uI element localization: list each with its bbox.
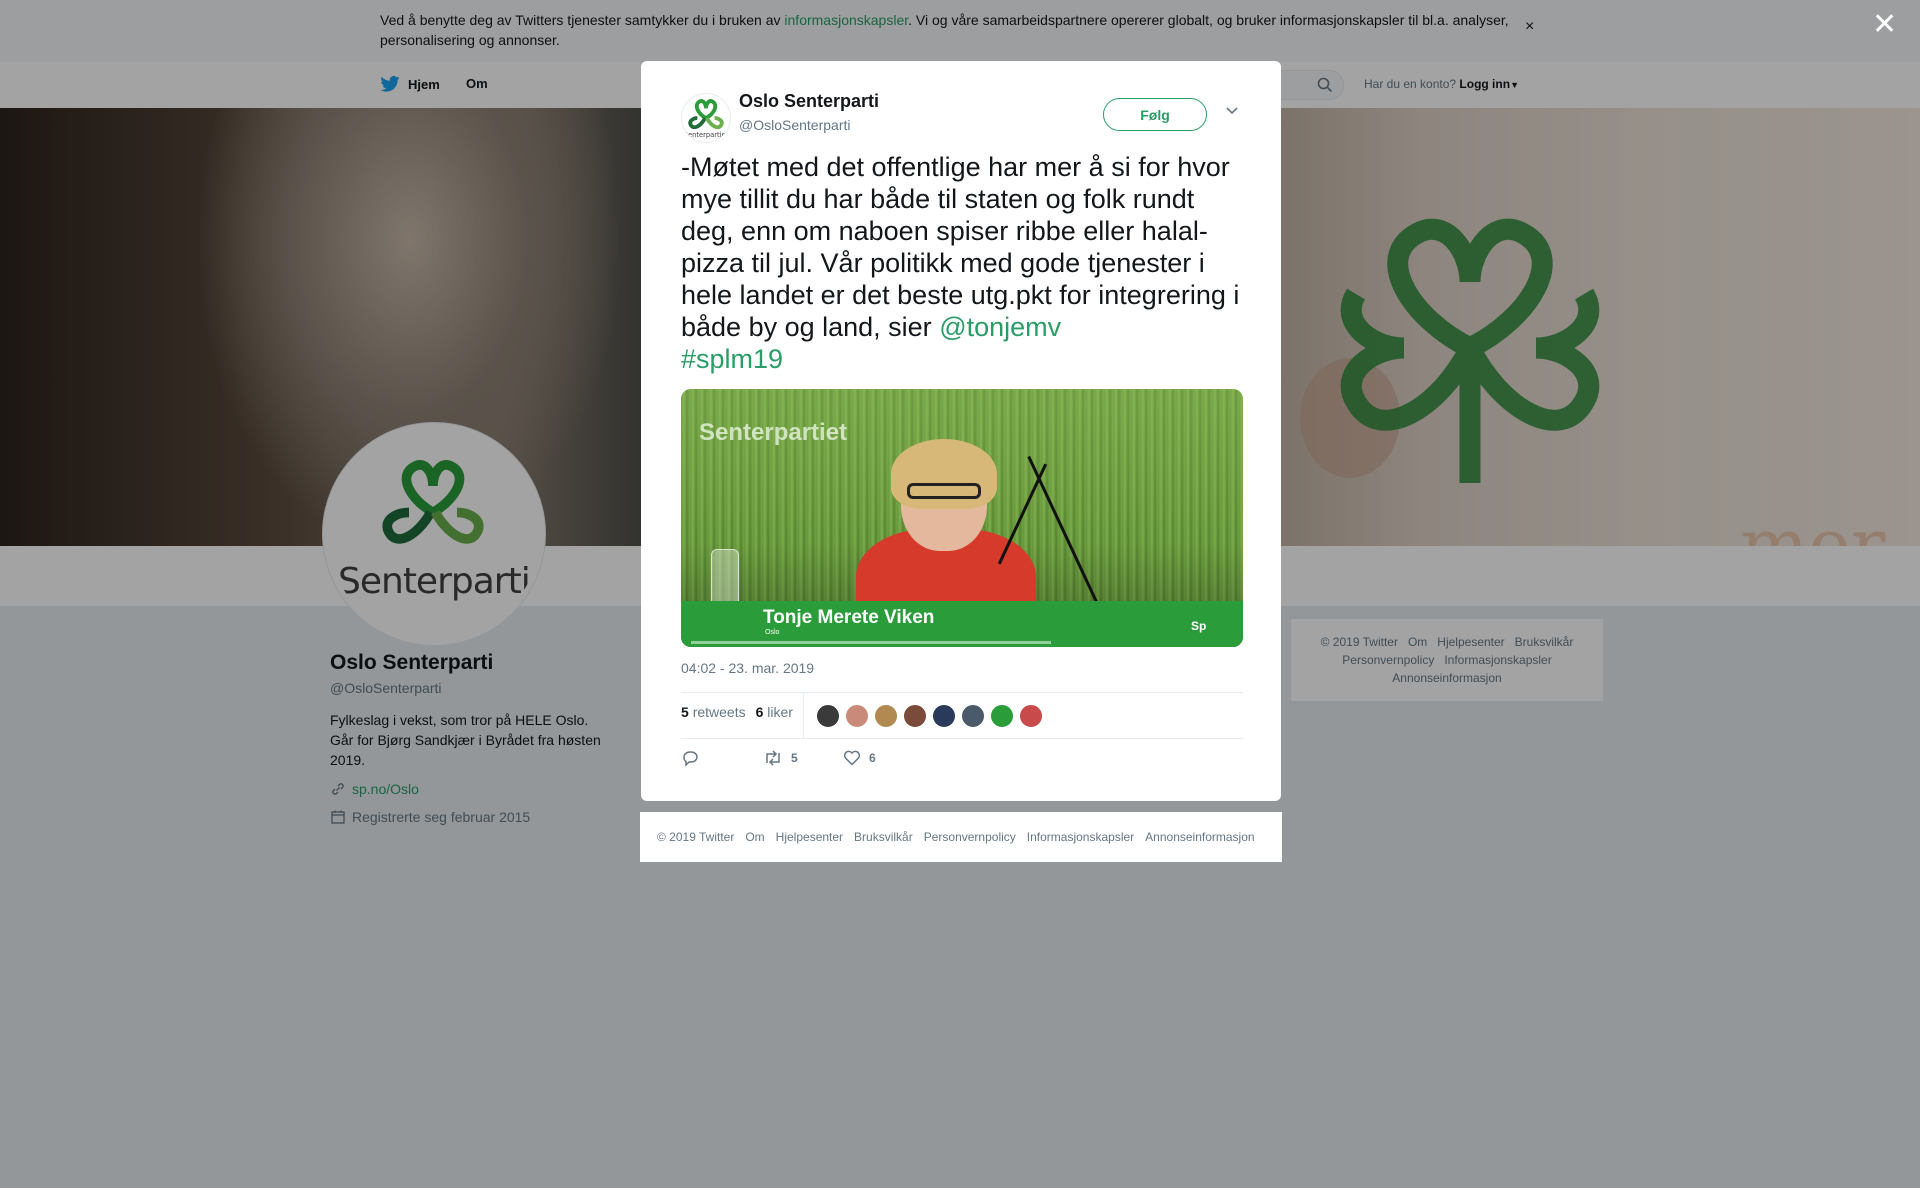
avatar-wordmark: Senterpartiet bbox=[684, 131, 729, 139]
tweet-stats: 5 retweets 6 liker bbox=[681, 704, 793, 720]
like-button[interactable]: 6 bbox=[843, 749, 876, 767]
heart-icon bbox=[843, 750, 861, 766]
likes-count: 6 bbox=[755, 704, 764, 720]
retweets-label: retweets bbox=[692, 704, 746, 720]
retweets-stat[interactable]: 5 retweets bbox=[681, 704, 746, 720]
media-party-logo: Senterpartiet bbox=[699, 419, 848, 446]
divider bbox=[681, 692, 1243, 693]
close-icon[interactable]: ✕ bbox=[1872, 10, 1897, 40]
footer-link[interactable]: Hjelpesenter bbox=[776, 830, 843, 844]
retweets-count: 5 bbox=[681, 704, 689, 720]
lower-third-bar bbox=[691, 641, 1051, 644]
retweet-count: 5 bbox=[791, 751, 798, 765]
footer-link[interactable]: Informasjonskapsler bbox=[1027, 830, 1134, 844]
liker-avatar[interactable] bbox=[932, 704, 956, 728]
likes-label: liker bbox=[767, 704, 793, 720]
footer-link[interactable]: Bruksvilkår bbox=[854, 830, 913, 844]
media-lower-third: Tonje Merete Viken Oslo Sp bbox=[681, 601, 1243, 647]
liker-avatar[interactable] bbox=[1019, 704, 1043, 728]
lower-third-name: Tonje Merete Viken bbox=[763, 607, 935, 628]
divider bbox=[681, 738, 1243, 739]
liker-avatar[interactable] bbox=[845, 704, 869, 728]
lower-third-subtitle: Oslo bbox=[765, 629, 780, 636]
chevron-down-icon[interactable] bbox=[1225, 106, 1239, 116]
liker-avatar[interactable] bbox=[874, 704, 898, 728]
reply-button[interactable] bbox=[681, 749, 763, 767]
tweet-author-name[interactable]: Oslo Senterparti bbox=[739, 91, 879, 112]
tweet-text: -Møtet med det offentlige har mer å si f… bbox=[681, 151, 1251, 375]
modal-footer: © 2019 Twitter Om Hjelpesenter Bruksvilk… bbox=[640, 812, 1282, 862]
retweet-button[interactable]: 5 bbox=[763, 749, 843, 767]
tweet-mention-link[interactable]: @tonjemv bbox=[939, 312, 1061, 342]
reply-icon bbox=[683, 751, 698, 767]
tweet-media-image[interactable]: Senterpartiet Tonje Merete Viken Oslo Sp bbox=[681, 389, 1243, 647]
tweet-timestamp[interactable]: 04:02 - 23. mar. 2019 bbox=[681, 660, 814, 676]
tweet-author-handle[interactable]: @OsloSenterparti bbox=[739, 117, 850, 133]
footer-link[interactable]: Personvernpolicy bbox=[924, 830, 1016, 844]
tweet-hashtag-link[interactable]: #splm19 bbox=[681, 344, 783, 374]
footer-link[interactable]: Om bbox=[745, 830, 764, 844]
liker-avatar[interactable] bbox=[903, 704, 927, 728]
liker-avatar[interactable] bbox=[816, 704, 840, 728]
clover-logo-icon: Senterpartiet bbox=[684, 99, 729, 139]
footer-link[interactable]: Annonseinformasjon bbox=[1145, 830, 1254, 844]
liker-avatar[interactable] bbox=[961, 704, 985, 728]
likers-avatars bbox=[816, 704, 1043, 728]
lower-third-mark: Sp bbox=[1191, 619, 1207, 633]
tweet-modal: Senterpartiet Oslo Senterparti @OsloSent… bbox=[641, 61, 1281, 801]
divider bbox=[803, 693, 804, 738]
tweet-actions: 5 6 bbox=[681, 749, 876, 767]
like-count: 6 bbox=[869, 751, 876, 765]
tweet-author-avatar[interactable]: Senterpartiet bbox=[681, 93, 731, 143]
media-speaker-glasses bbox=[907, 483, 981, 499]
footer-link[interactable]: © 2019 Twitter bbox=[657, 830, 734, 844]
retweet-icon bbox=[766, 750, 780, 766]
likes-stat[interactable]: 6 liker bbox=[756, 704, 793, 720]
follow-button[interactable]: Følg bbox=[1103, 98, 1207, 131]
liker-avatar[interactable] bbox=[990, 704, 1014, 728]
